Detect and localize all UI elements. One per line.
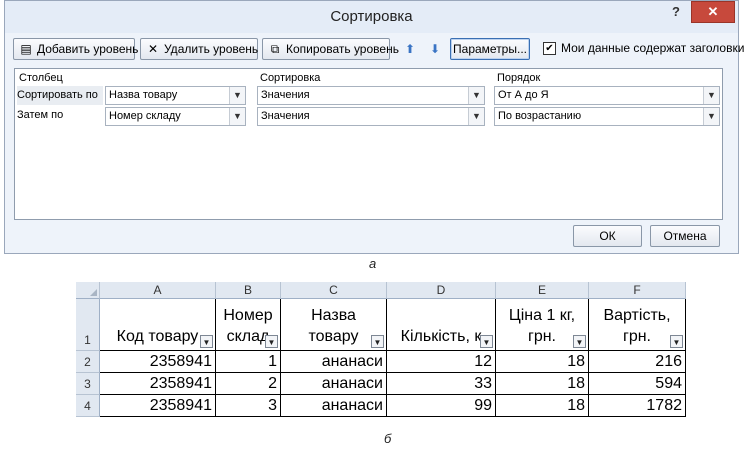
help-button[interactable]: ? — [672, 4, 680, 19]
chevron-down-icon[interactable]: ▼ — [468, 108, 484, 125]
table-cell[interactable]: 216 — [589, 351, 686, 373]
table-cell[interactable]: 33 — [387, 373, 496, 395]
copy-level-label: Копировать уровень — [286, 42, 399, 56]
table-cell[interactable]: 18 — [496, 351, 589, 373]
row-header-1[interactable]: 1 — [76, 299, 100, 351]
header-text: Ціна 1 кг, — [508, 307, 576, 324]
table-cell[interactable]: 2358941 — [100, 373, 216, 395]
table-cell[interactable]: ананаси — [281, 395, 387, 417]
delete-x-icon: ✕ — [147, 42, 159, 56]
row-header-4[interactable]: 4 — [76, 395, 100, 417]
filter-dropdown-icon[interactable]: ▼ — [480, 335, 493, 348]
add-level-label: Добавить уровень — [37, 42, 139, 56]
header-text: Номер — [223, 307, 273, 324]
sort-by-column-select[interactable]: Назва товару ▼ — [105, 86, 246, 105]
header-cell[interactable]: Номер склад ▼ — [216, 299, 281, 351]
close-button[interactable]: ✕ — [691, 1, 735, 23]
header-cell[interactable]: Ціна 1 кг, грн. ▼ — [496, 299, 589, 351]
options-button[interactable]: Параметры... — [450, 38, 530, 60]
then-by-sorton-select[interactable]: Значения ▼ — [257, 107, 485, 126]
header-cell[interactable]: Код товару ▼ — [100, 299, 216, 351]
chevron-down-icon[interactable]: ▼ — [703, 108, 719, 125]
move-up-icon[interactable]: ⬆ — [399, 39, 421, 59]
delete-level-label: Удалить уровень — [164, 42, 259, 56]
column-header: Столбец — [19, 72, 63, 84]
add-level-button[interactable]: ▤ Добавить уровень — [13, 38, 139, 60]
then-by-column-value: Номер складу — [109, 110, 181, 122]
sort-dialog: Сортировка ? ✕ ▤ Добавить уровень ✕ Удалит… — [4, 0, 744, 254]
caption-a: а — [369, 256, 377, 271]
order-header: Порядок — [497, 72, 541, 84]
title-bar: Сортировка ? ✕ — [5, 1, 738, 33]
sort-by-order-select[interactable]: От А до Я ▼ — [494, 86, 720, 105]
header-text: Назва — [311, 307, 356, 324]
ok-button[interactable]: ОК — [573, 225, 642, 247]
filter-dropdown-icon[interactable]: ▼ — [371, 335, 384, 348]
column-header-c[interactable]: C — [281, 282, 387, 299]
spreadsheet: A B C D E F 1 2 3 4 Код товару ▼ Номер склад ▼ Назва тов… — [76, 282, 686, 420]
column-header-b[interactable]: B — [216, 282, 281, 299]
table-cell[interactable]: 99 — [387, 395, 496, 417]
column-header-f[interactable]: F — [589, 282, 686, 299]
filter-dropdown-icon[interactable]: ▼ — [573, 335, 586, 348]
chevron-down-icon[interactable]: ▼ — [229, 87, 245, 104]
header-cell[interactable]: Вартість, грн. ▼ — [589, 299, 686, 351]
headers-checkbox-label: Мои данные содержат заголовки — [561, 41, 745, 55]
level-label-then-by: Затем по — [17, 109, 64, 121]
delete-level-button[interactable]: ✕ Удалить уровень — [140, 38, 258, 60]
table-cell[interactable]: ананаси — [281, 351, 387, 373]
sort-by-sorton-select[interactable]: Значения ▼ — [257, 86, 485, 105]
copy-level-button[interactable]: ⧉ Копировать уровень — [262, 38, 399, 60]
sort-levels-grid: Столбец Сортировка Порядок Сортировать п… — [14, 68, 723, 220]
table-cell[interactable]: 18 — [496, 373, 589, 395]
sort-by-column-value: Назва товару — [109, 89, 178, 101]
filter-dropdown-icon[interactable]: ▼ — [200, 335, 213, 348]
header-text: Код товару — [116, 328, 199, 345]
table-cell[interactable]: 2358941 — [100, 351, 216, 373]
header-text: Кількість, к — [400, 328, 482, 345]
sort-on-header: Сортировка — [260, 72, 321, 84]
chevron-down-icon[interactable]: ▼ — [468, 87, 484, 104]
table-cell[interactable]: 2 — [216, 373, 281, 395]
header-cell[interactable]: Кількість, к ▼ — [387, 299, 496, 351]
column-header-d[interactable]: D — [387, 282, 496, 299]
row-header-3[interactable]: 3 — [76, 373, 100, 395]
table-cell[interactable]: 1782 — [589, 395, 686, 417]
then-by-order-select[interactable]: По возрастанию ▼ — [494, 107, 720, 126]
then-by-column-select[interactable]: Номер складу ▼ — [105, 107, 246, 126]
add-level-icon: ▤ — [20, 42, 32, 56]
column-header-a[interactable]: A — [100, 282, 216, 299]
table-cell[interactable]: 2358941 — [100, 395, 216, 417]
column-header-e[interactable]: E — [496, 282, 589, 299]
then-by-order-value: По возрастанию — [498, 110, 582, 122]
dialog-title: Сортировка — [330, 8, 413, 25]
headers-checkbox[interactable]: ✔ — [543, 42, 556, 56]
table-cell[interactable]: ананаси — [281, 373, 387, 395]
sort-by-order-value: От А до Я — [498, 89, 549, 101]
table-cell[interactable]: 1 — [216, 351, 281, 373]
table-cell[interactable]: 12 — [387, 351, 496, 373]
select-all-corner[interactable] — [76, 282, 100, 299]
then-by-sorton-value: Значения — [261, 110, 310, 122]
filter-dropdown-icon[interactable]: ▼ — [265, 335, 278, 348]
table-cell[interactable]: 594 — [589, 373, 686, 395]
cancel-button[interactable]: Отмена — [650, 225, 720, 247]
table-cell[interactable]: 18 — [496, 395, 589, 417]
chevron-down-icon[interactable]: ▼ — [703, 87, 719, 104]
toolbar: ▤ Добавить уровень ✕ Удалить уровень ⧉ Копи… — [5, 38, 744, 62]
headers-checkbox-row[interactable]: ✔ Мои данные содержат заголовки — [543, 41, 745, 56]
row-header-2[interactable]: 2 — [76, 351, 100, 373]
caption-b: б — [384, 431, 392, 446]
sort-by-sorton-value: Значения — [261, 89, 310, 101]
copy-icon: ⧉ — [270, 42, 280, 56]
move-down-icon[interactable]: ⬇ — [424, 39, 446, 59]
header-text: Вартість, — [603, 307, 671, 324]
level-label-sort-by: Сортировать по — [17, 86, 103, 105]
table-cell[interactable]: 3 — [216, 395, 281, 417]
chevron-down-icon[interactable]: ▼ — [229, 108, 245, 125]
filter-dropdown-icon[interactable]: ▼ — [670, 335, 683, 348]
header-cell[interactable]: Назва товару ▼ — [281, 299, 387, 351]
